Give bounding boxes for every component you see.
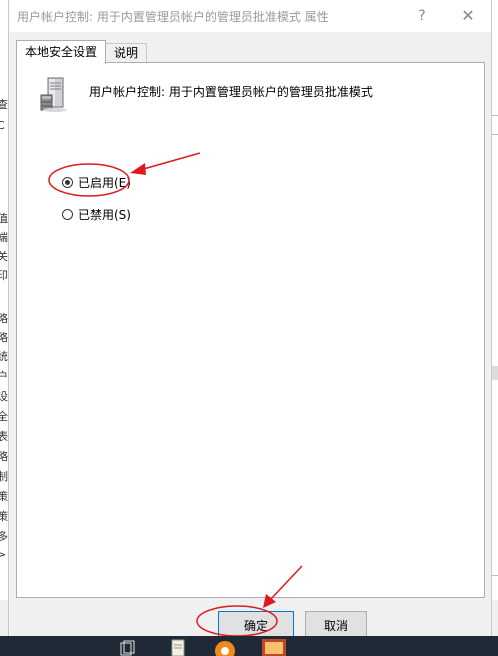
cancel-button[interactable]: 取消 (305, 611, 367, 637)
window-title: 用户帐户控制: 用于内置管理员帐户的管理员批准模式 属性 (17, 10, 329, 24)
tab-local-security-setting[interactable]: 本地安全设置 (16, 40, 106, 64)
policy-name: 用户帐户控制: 用于内置管理员帐户的管理员批准模式 (89, 85, 373, 99)
taskbar (0, 636, 498, 656)
properties-dialog: 用户帐户控制: 用于内置管理员帐户的管理员批准模式 属性 ? ✕ 本地安全设置 … (8, 0, 492, 656)
enabled-radio[interactable] (62, 176, 73, 188)
disabled-label: 已禁用(S) (78, 207, 131, 222)
task-view-icon[interactable] (117, 638, 137, 656)
server-policy-icon (40, 77, 67, 112)
disabled-radio[interactable] (62, 208, 73, 220)
notepad-icon[interactable] (168, 638, 188, 656)
close-button[interactable]: ✕ (453, 4, 483, 28)
ok-button[interactable]: 确定 (218, 611, 294, 637)
title-bar[interactable]: 用户帐户控制: 用于内置管理员帐户的管理员批准模式 属性 ? ✕ (9, 0, 491, 32)
background-window-right (491, 0, 498, 600)
tab-explain[interactable]: 说明 (105, 43, 147, 63)
help-button[interactable]: ? (409, 5, 435, 27)
enabled-radio-option[interactable]: 已启用(E) (62, 173, 131, 191)
tab-panel: 用户帐户控制: 用于内置管理员帐户的管理员批准模式 已启用(E) 已禁用(S) (16, 62, 485, 598)
enabled-label: 已启用(E) (78, 175, 131, 190)
media-player-icon[interactable] (213, 638, 237, 656)
disabled-radio-option[interactable]: 已禁用(S) (62, 205, 131, 223)
photos-app-icon[interactable] (260, 637, 288, 656)
